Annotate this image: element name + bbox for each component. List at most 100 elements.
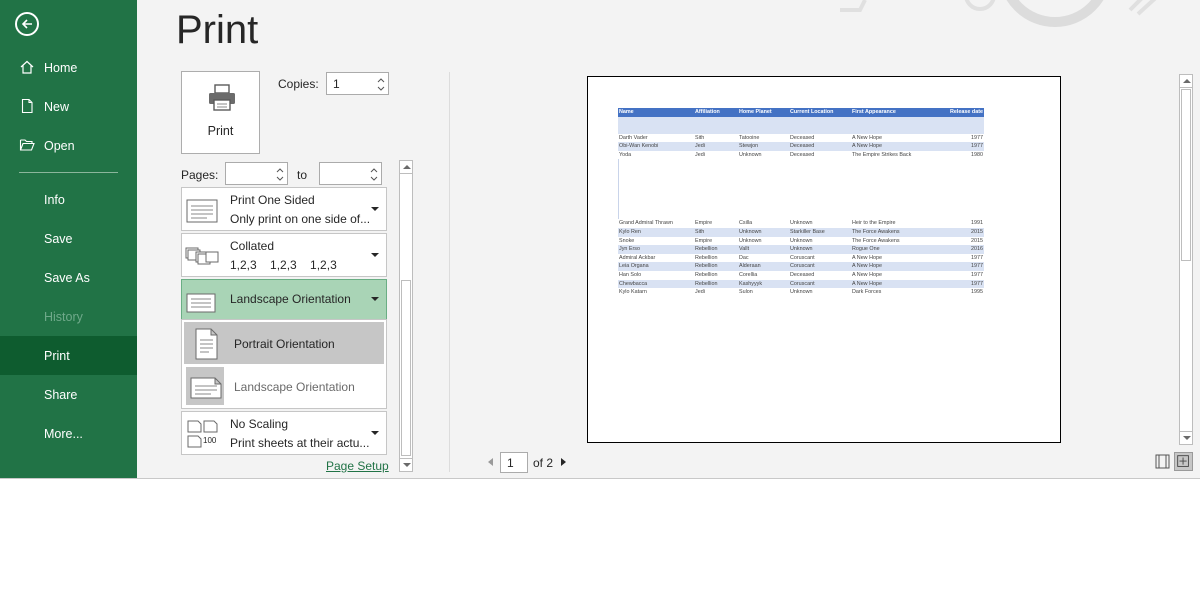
table-row: Snoke Empire Unknown Unknown The Force Awake… (619, 237, 983, 244)
sidebar-item-save[interactable]: Save (0, 219, 137, 258)
table-row: Admiral Ackbar Rebellion Dac Coruscant A New… (619, 254, 983, 261)
table-row: Kylo Katarn Jedi Sulon Unknown Dark Forces 19… (619, 289, 983, 296)
copies-spinner[interactable]: 1 (326, 72, 389, 95)
print-preview-page: Name Affiliation Home Planet Current Loc… (587, 76, 1061, 443)
collation-dropdown[interactable]: Collated 1,2,3 1,2,3 1,2,3 (181, 233, 387, 277)
preview-scrollbar[interactable] (1179, 74, 1193, 445)
print-button[interactable]: Print (181, 71, 260, 154)
pages-from-input[interactable] (225, 162, 288, 185)
backstage-print-view: Home New Open Info Save Save As History … (0, 0, 1200, 479)
landscape-page-icon (186, 293, 216, 313)
sidebar-item-new[interactable]: New (0, 87, 137, 126)
scroll-down-icon (1183, 436, 1191, 440)
scrollbar-thumb[interactable] (1181, 89, 1191, 261)
open-folder-icon (19, 139, 35, 151)
spin-down-icon[interactable] (377, 85, 385, 93)
scroll-up-icon (403, 165, 411, 169)
table-row: Obi-Wan Kenobi Jedi Stewjon Deceased A New H… (618, 142, 984, 151)
table-row: Jyn Erso Rebellion Vallt Unknown Rogue One 20… (618, 245, 984, 254)
pane-divider (449, 72, 450, 472)
orientation-dropdown[interactable]: Landscape Orientation (181, 279, 387, 320)
sidebar-item-label: Share (44, 387, 78, 402)
spin-down-icon[interactable] (370, 175, 378, 183)
sidebar-item-share[interactable]: Share (0, 375, 137, 414)
home-icon (20, 60, 34, 74)
pages-to-label: to (297, 168, 308, 182)
copies-value: 1 (333, 77, 340, 91)
sidebar-item-print[interactable]: Print (0, 336, 137, 375)
scaling-dropdown[interactable]: 100 No Scaling Print sheets at their act… (181, 411, 387, 455)
sidebar-item-info[interactable]: Info (0, 180, 137, 219)
sidebar-divider (19, 172, 118, 173)
sidebar-item-label: History (44, 309, 83, 324)
show-margins-icon[interactable] (1153, 452, 1172, 471)
table-header-row: Name Affiliation Home Planet Current Loc… (618, 108, 984, 117)
sidebar-item-more[interactable]: More... (0, 414, 137, 453)
table-row: Chewbacca Rebellion Kashyyyk Coruscant A New… (618, 279, 984, 289)
spin-up-icon[interactable] (276, 166, 284, 174)
next-page-icon[interactable] (561, 458, 566, 466)
scroll-up-icon (1183, 79, 1191, 83)
zoom-to-page-icon[interactable] (1174, 452, 1193, 471)
table-blank-row (618, 116, 984, 134)
table-row: Grand Admiral Thrawn Empire Csilla Unknown H… (619, 220, 983, 227)
table-row: Han Solo Rebellion Corellia Deceased A New H… (619, 271, 983, 278)
landscape-page-icon (190, 377, 222, 399)
menu-item-portrait[interactable]: Portrait Orientation (184, 322, 384, 364)
sidebar-item-label: Save As (44, 270, 90, 285)
sidebar-item-label: More... (44, 426, 83, 441)
table-row: Kylo Ren Sith Unknown Starkiller Base The Fo… (618, 227, 984, 237)
no-scaling-icon (187, 420, 218, 448)
menu-item-landscape[interactable]: Landscape Orientation (184, 365, 384, 407)
table-row: Leia Organa Rebellion Alderaan Coruscant A N… (618, 262, 984, 271)
portrait-page-icon (195, 328, 218, 360)
scroll-down-button[interactable] (1179, 431, 1193, 445)
dropdown-caret-icon (371, 297, 379, 301)
print-button-label: Print (207, 124, 234, 138)
sidebar-item-label: Open (44, 138, 75, 153)
scroll-down-icon (403, 463, 411, 467)
one-sided-page-icon (186, 199, 218, 223)
current-page-input[interactable]: 1 (500, 452, 528, 473)
pages-to-input[interactable] (319, 162, 382, 185)
backstage-sidebar: Home New Open Info Save Save As History … (0, 0, 137, 478)
pages-label: Pages: (181, 168, 219, 182)
previous-page-icon[interactable] (488, 458, 493, 466)
table-row: Darth Vader Sith Tatooine Deceased A New Hop… (619, 134, 983, 141)
collated-pages-icon (185, 247, 219, 265)
sidebar-item-label: Save (44, 231, 73, 246)
scroll-up-button[interactable] (1179, 74, 1193, 88)
sidebar-item-save-as[interactable]: Save As (0, 258, 137, 297)
scaling-icon-text: 100 (203, 436, 217, 445)
scroll-up-button[interactable] (399, 160, 413, 174)
decorative-background-art (840, 0, 1157, 27)
scroll-down-button[interactable] (399, 458, 413, 472)
page-setup-link[interactable]: Page Setup (326, 459, 389, 473)
copies-label: Copies: (278, 77, 319, 91)
sidebar-item-label: New (44, 99, 70, 114)
printer-icon (209, 84, 235, 111)
preview-sheet-table: Name Affiliation Home Planet Current Loc… (618, 108, 984, 297)
sidebar-item-history: History (0, 297, 137, 336)
back-arrow-icon[interactable] (15, 12, 39, 36)
spin-up-icon[interactable] (377, 76, 385, 84)
sidebar-item-label: Print (44, 348, 70, 363)
orientation-menu: Portrait Orientation Landscape Orientati… (181, 319, 387, 409)
table-gap (618, 159, 984, 220)
sidebar-item-home[interactable]: Home (0, 48, 137, 87)
print-sides-dropdown[interactable]: Print One Sided Only print on one side o… (181, 187, 387, 231)
spin-down-icon[interactable] (276, 175, 284, 183)
dropdown-caret-icon (371, 431, 379, 435)
settings-scrollbar[interactable] (399, 160, 413, 472)
scrollbar-thumb[interactable] (401, 280, 411, 456)
page-title: Print (176, 8, 259, 52)
new-document-icon (21, 98, 33, 114)
sidebar-item-label: Info (44, 192, 65, 207)
sidebar-item-label: Home (44, 60, 78, 75)
table-row: Yoda Jedi Unknown Deceased The Empire Strike… (619, 151, 983, 158)
spin-up-icon[interactable] (370, 166, 378, 174)
dropdown-caret-icon (371, 207, 379, 211)
sidebar-item-open[interactable]: Open (0, 126, 137, 165)
page-count-label: of 2 (533, 456, 554, 470)
dropdown-caret-icon (371, 253, 379, 257)
